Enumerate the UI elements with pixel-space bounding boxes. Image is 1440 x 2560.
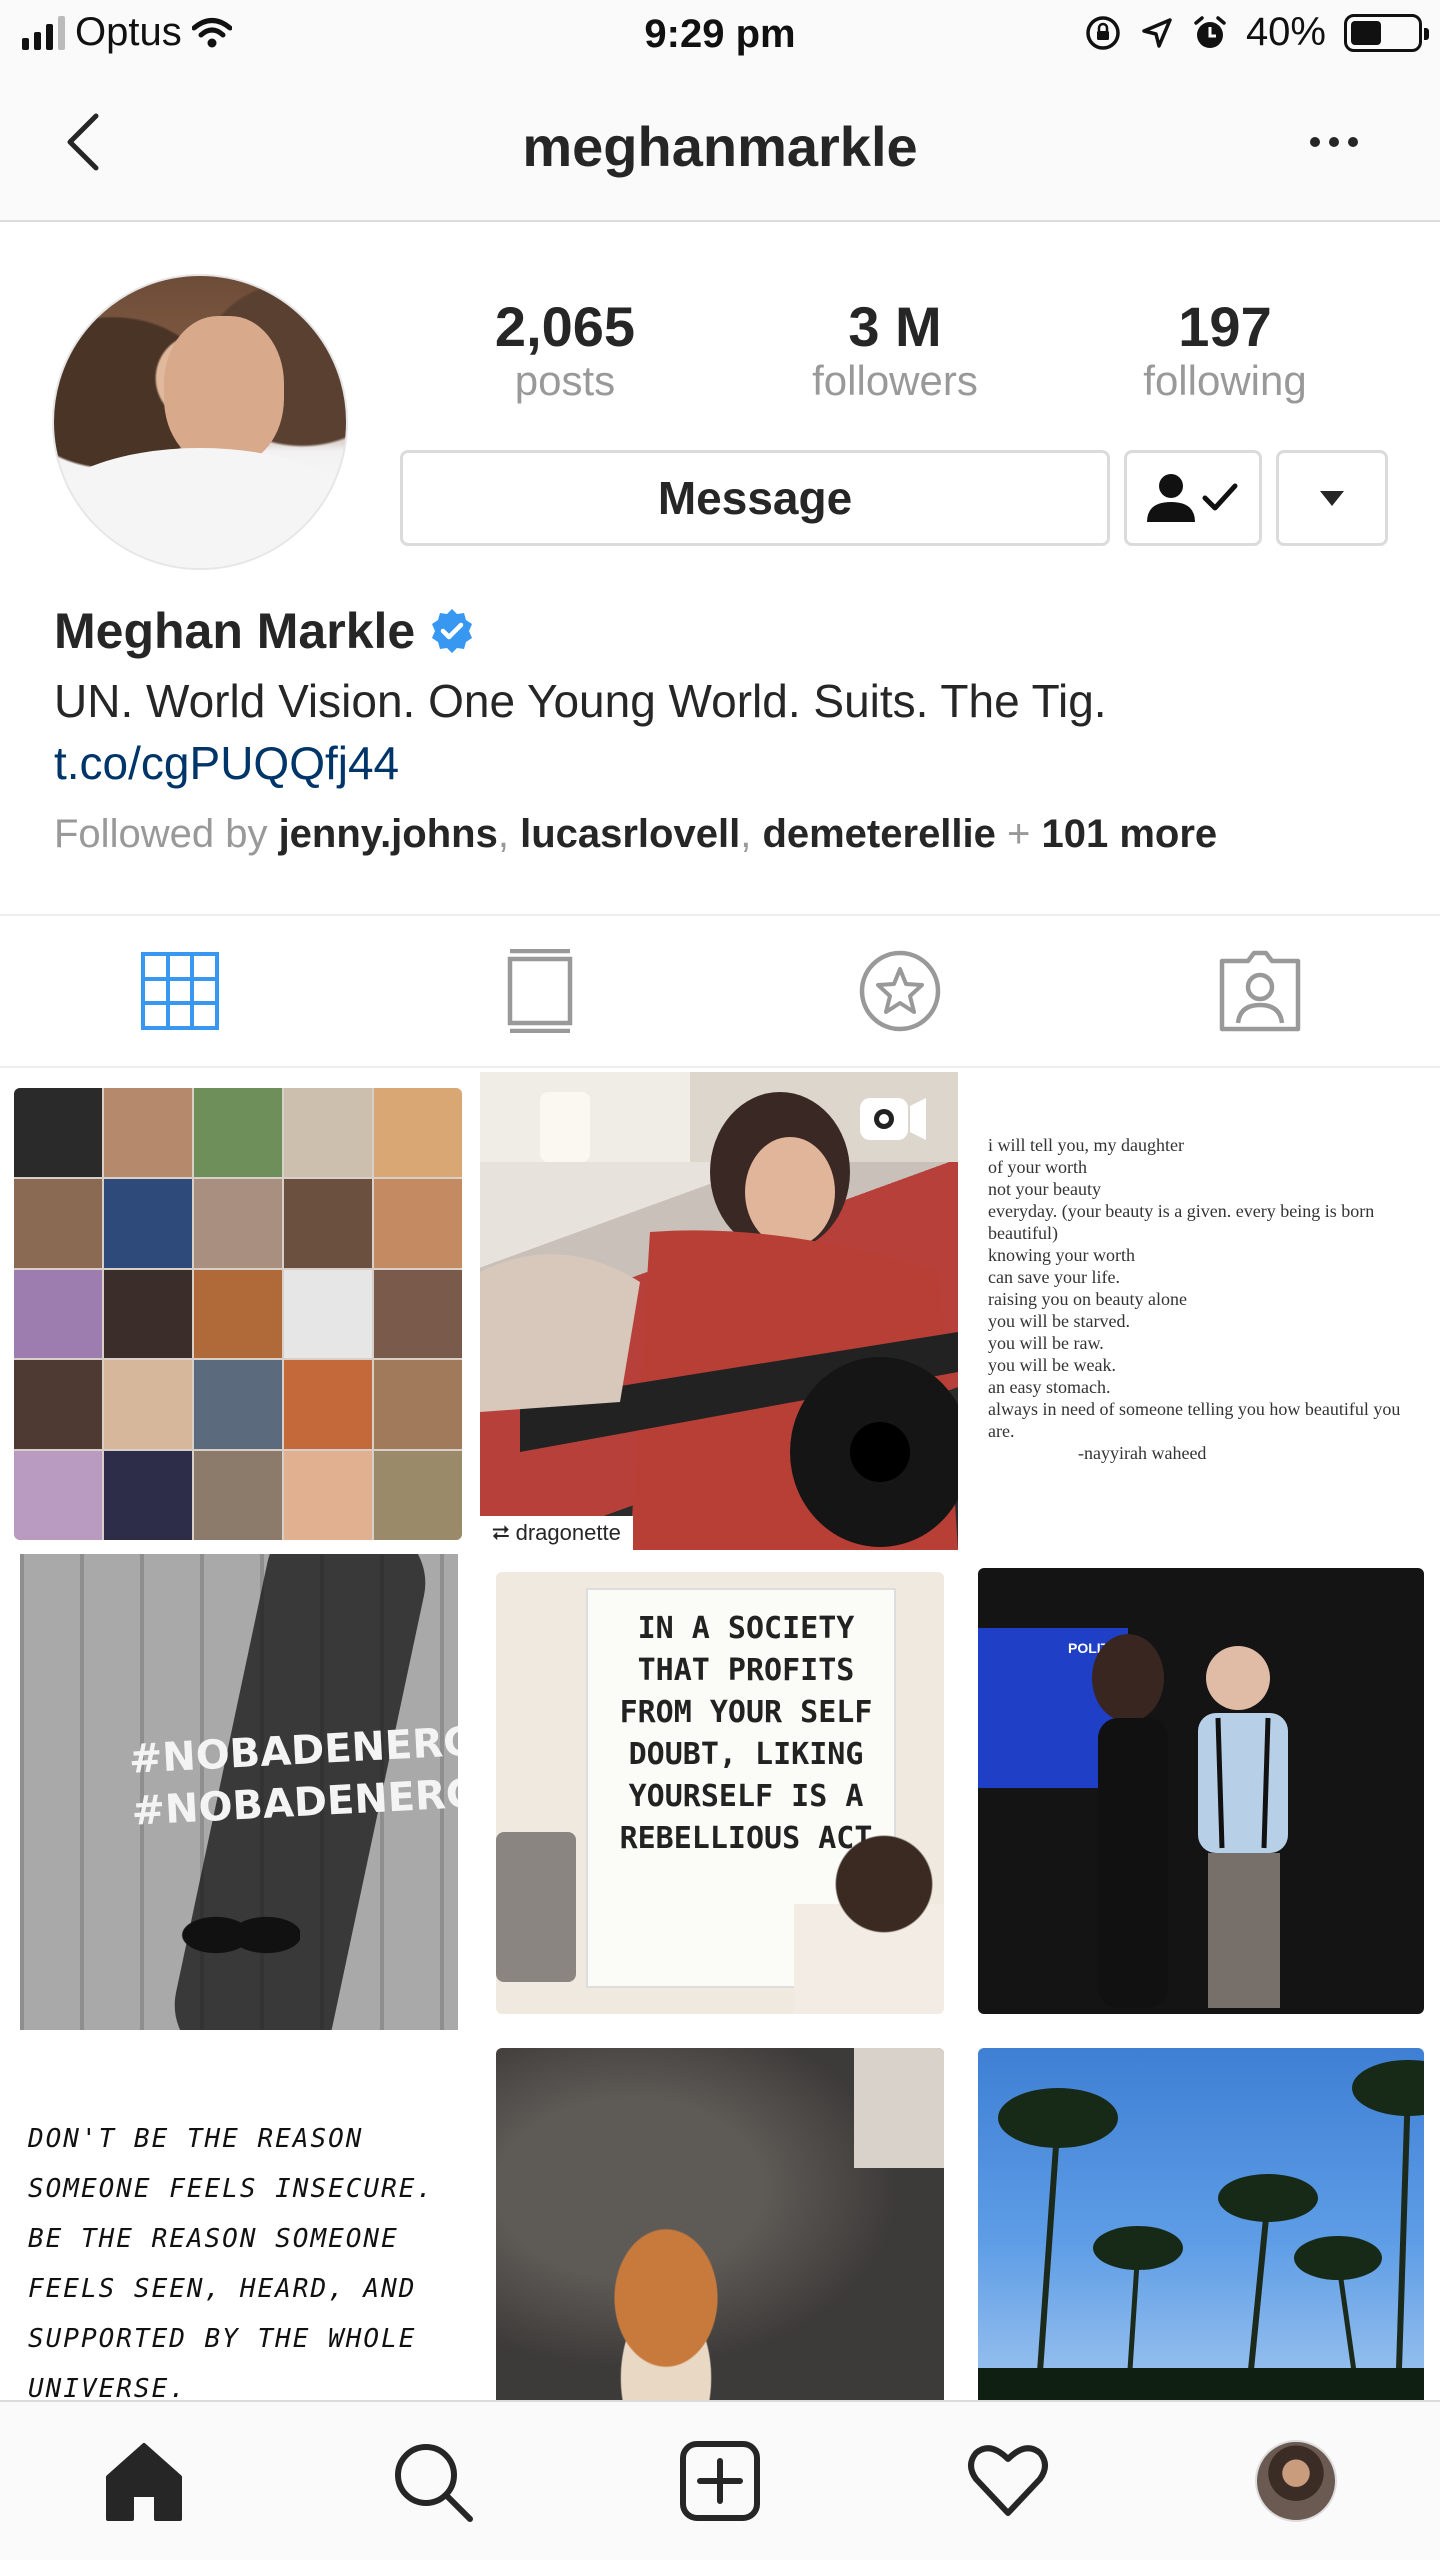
star-icon <box>859 950 941 1032</box>
follower-link[interactable]: jenny.johns <box>279 812 498 856</box>
profile-bio: UN. World Vision. One Young World. Suits… <box>54 675 1107 727</box>
nav-header: meghanmarkle <box>0 72 1440 222</box>
more-dot-icon <box>1329 137 1339 147</box>
stat-following[interactable]: 197 following <box>1060 296 1390 404</box>
name-row: Meghan Markle <box>54 602 477 660</box>
shoes-image <box>180 1890 300 1980</box>
handwritten-text: DON'T BE THE REASON SOMEONE FEELS INSECU… <box>28 2124 435 2400</box>
tab-tagged[interactable] <box>1080 916 1440 1066</box>
repost-icon: ⮂ <box>492 1520 510 1545</box>
followed-by[interactable]: Followed by jenny.johns, lucasrlovell, d… <box>54 812 1217 857</box>
post-thumbnail[interactable]: DON'T BE THE REASON SOMEONE FEELS INSECU… <box>20 2048 464 2400</box>
profile-header: 2,065 posts 3 M followers 197 following … <box>0 222 1440 916</box>
video-icon <box>860 1098 926 1140</box>
stat-count: 197 <box>1178 295 1272 358</box>
nav-add[interactable] <box>576 2402 864 2560</box>
rotation-lock-icon <box>1086 15 1120 50</box>
nav-home[interactable] <box>0 2402 288 2560</box>
follower-link[interactable]: lucasrlovell <box>520 812 740 856</box>
battery-icon <box>1344 13 1429 52</box>
verified-badge-icon <box>432 609 473 653</box>
suggested-dropdown-button[interactable] <box>1276 450 1388 546</box>
status-right: 40% <box>1084 10 1429 55</box>
home-icon <box>106 2443 182 2521</box>
stat-count: 2,065 <box>494 295 636 358</box>
location-icon <box>1142 17 1172 48</box>
alarm-icon <box>1194 15 1226 48</box>
follower-link[interactable]: demeterellie <box>762 812 995 856</box>
more-dot-icon <box>1348 137 1358 147</box>
nav-profile[interactable] <box>1152 2402 1440 2560</box>
tab-grid[interactable] <box>0 916 360 1066</box>
stat-posts[interactable]: 2,065 posts <box>400 296 730 404</box>
profile-avatar[interactable] <box>52 274 348 570</box>
nav-search[interactable] <box>288 2402 576 2560</box>
profile-stats: 2,065 posts 3 M followers 197 following <box>400 296 1400 404</box>
post-thumbnail[interactable] <box>14 1088 462 1540</box>
add-post-icon <box>680 2441 760 2521</box>
bottom-nav <box>0 2400 1440 2560</box>
post-thumbnail[interactable]: POLITIC <box>978 1568 1424 2014</box>
post-thumbnail[interactable] <box>978 2048 1424 2400</box>
stat-label: posts <box>514 356 616 404</box>
palm-trees-image <box>978 2060 1424 2400</box>
nav-activity[interactable] <box>864 2402 1152 2560</box>
post-grid: ⮂ dragonette i will tell you, my daughte… <box>0 1068 1440 2400</box>
more-dot-icon <box>1310 137 1320 147</box>
following-button[interactable] <box>1124 450 1262 546</box>
person-check-icon <box>1147 474 1238 522</box>
post-thumbnail[interactable]: #NOBADENERGY #NOBADENERGY <box>20 1554 458 2030</box>
search-icon <box>395 2444 473 2522</box>
tab-saved[interactable] <box>720 916 1080 1066</box>
post-thumbnail[interactable]: i will tell you, my daughter of your wor… <box>978 1072 1440 1550</box>
poem-text: i will tell you, my daughter of your wor… <box>988 1135 1401 1463</box>
tagged-icon <box>1219 950 1301 1032</box>
profile-actions: Message <box>400 450 1388 546</box>
triangle-down-icon <box>1320 491 1344 506</box>
repost-tag[interactable]: ⮂ dragonette <box>480 1516 633 1550</box>
person-image <box>794 1814 944 2014</box>
post-thumbnail[interactable]: IN A SOCIETY THAT PROFITS FROM YOUR SELF… <box>496 1572 944 2014</box>
full-name: Meghan Markle <box>54 603 416 659</box>
stat-label: followers <box>812 356 978 404</box>
more-followers-link[interactable]: 101 more <box>1042 812 1218 856</box>
battery-percent: 40% <box>1245 10 1326 54</box>
profile-avatar <box>1255 2440 1337 2522</box>
profile-tabs <box>0 916 1440 1068</box>
more-options-button[interactable] <box>1310 122 1370 162</box>
repost-user: dragonette <box>515 1520 621 1545</box>
stat-count: 3 M <box>848 295 942 358</box>
heart-icon <box>968 2445 1048 2516</box>
followed-by-prefix: Followed by <box>54 812 268 856</box>
message-button[interactable]: Message <box>400 450 1110 546</box>
collage-image <box>14 1088 462 1540</box>
status-bar: Optus 9:29 pm 40% <box>0 0 1440 72</box>
dog-image <box>576 2218 756 2400</box>
profile-link[interactable]: t.co/cgPUQQfj44 <box>54 736 399 790</box>
stat-label: following <box>1143 356 1307 404</box>
page-title: meghanmarkle <box>522 115 918 178</box>
post-thumbnail[interactable] <box>496 2048 944 2400</box>
post-thumbnail[interactable]: ⮂ dragonette <box>480 1072 958 1550</box>
people-image <box>1092 1634 1288 2008</box>
hashtag-text: #NOBADENERGY #NOBADENERGY <box>128 1714 458 1838</box>
tab-list[interactable] <box>360 916 720 1066</box>
stat-followers[interactable]: 3 M followers <box>730 296 1060 404</box>
grid-icon <box>141 952 219 1030</box>
list-icon <box>507 949 573 1033</box>
